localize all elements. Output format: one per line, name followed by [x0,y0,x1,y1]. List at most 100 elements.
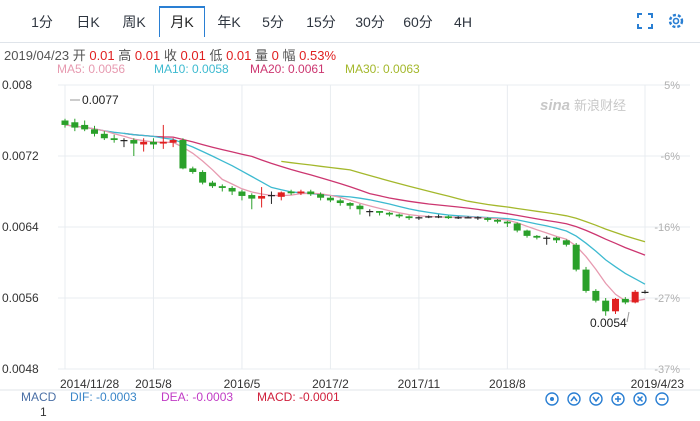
y-tick-label: 0.0048 [2,362,39,376]
candle-body [405,216,413,219]
candle-body [277,192,285,197]
candle [71,118,79,132]
macd-collapse-icon [655,392,669,406]
candle [179,138,187,170]
candle-body [484,218,492,220]
candle-body [425,216,433,218]
percent-tick-label: -16% [654,222,680,234]
candle [81,120,89,132]
x-tick-label: 2017/11 [398,377,441,391]
candle-body [149,141,157,145]
candle-body [228,187,236,192]
candle [218,184,226,192]
candle-body [592,290,600,301]
candle [503,220,511,227]
y-tick-label: 0.0072 [2,149,39,163]
candle-body [454,217,462,219]
y-tick-label: 0.0064 [2,220,39,234]
x-tick-label: 2015/8 [135,377,172,391]
candle-body [474,217,482,219]
candle [385,211,393,217]
candle-body [238,191,246,196]
candle-body [503,221,511,224]
candle [90,125,98,137]
candle-body [336,200,344,204]
candle [277,191,285,201]
candle-body [258,195,266,199]
macd-toolbar-icons [545,392,669,406]
candle-body [513,223,521,231]
candle-body [307,191,315,195]
candle [405,215,413,220]
candle-body [543,237,551,239]
candle-body [612,298,620,312]
percent-tick-label: -6% [660,151,680,163]
candle [612,298,620,314]
x-axis-labels: 2014/11/28 2015/8 2016/5 2017/2 2017/11 2018/… [60,377,684,391]
candle [602,298,610,316]
macd-add-icon [611,392,625,406]
candle [592,289,600,303]
candle-body [435,216,443,218]
candle-body [356,205,364,210]
candle-body [71,122,79,128]
candle-body [130,140,138,144]
sina-finance-watermark: sina 新浪财经 [540,97,626,114]
candle [100,131,108,141]
candle [395,213,403,219]
candle [366,209,374,217]
candle-body [169,140,177,143]
candlesticks [61,99,649,323]
candle-body [61,120,69,125]
candle-body [631,291,639,303]
candle-body [621,298,629,303]
candle-body [533,235,541,238]
candle [130,138,138,156]
candle-body [267,195,275,197]
x-tick-label: 2019/4/23 [631,377,685,391]
candle-body [464,217,472,219]
percent-tick-label: -27% [654,293,680,305]
candle [336,198,344,206]
candle-body [415,217,423,219]
candle [307,189,315,196]
candle-body [553,237,561,241]
macd-up-icon [567,392,581,406]
candle [523,229,531,238]
candle-body [189,168,197,172]
candle [356,203,364,215]
candle [582,266,590,293]
macd-close-icon [633,392,647,406]
candle-body [366,211,374,213]
candle-body [297,191,305,194]
candle-body [110,138,118,141]
candle-body [326,197,334,201]
candle [208,180,216,188]
candle-body [346,203,354,206]
candle-body [218,186,226,188]
candle [543,235,551,245]
candle [228,186,236,196]
percent-axis-labels: 5% -6% -16% -27% -37% [654,80,680,376]
candle-body [179,140,187,169]
ma5-line [64,124,646,302]
y-tick-label: 0.008 [2,78,32,92]
percent-tick-label: 5% [664,80,680,92]
candle [553,236,561,243]
min-annotation-line [626,311,630,323]
candle [267,191,275,204]
candle-body [582,269,590,291]
candle [199,170,207,185]
candle-body [199,171,207,183]
candle-body [376,211,384,213]
candle [562,239,570,247]
y-axis-labels: 0.008 0.0072 0.0064 0.0056 0.0048 [2,78,39,376]
candle-body [562,240,570,245]
candle [120,138,128,148]
candle-body [159,141,167,144]
candle [326,195,334,203]
macd-axis-top: 1 [40,405,47,419]
candle-body [81,124,89,130]
ma10-line [64,124,646,285]
percent-tick-label: -37% [654,364,680,376]
